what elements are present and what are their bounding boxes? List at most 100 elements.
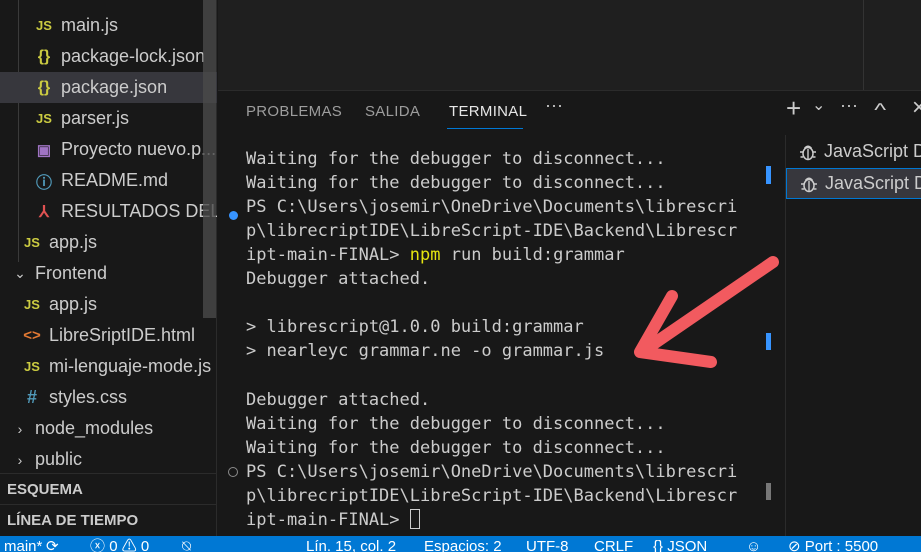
chevron-down-icon[interactable]: ⌄: [11, 265, 29, 282]
chevron-right-icon[interactable]: ›: [11, 452, 29, 468]
warning-count: 0: [140, 538, 150, 552]
bottom-panel: PROBLEMAS SALIDA TERMINAL ··· + ⌄ ··· ^ …: [218, 90, 921, 537]
js-file-icon: JS: [24, 359, 40, 374]
explorer-item[interactable]: JS parser.js: [0, 103, 217, 134]
explorer-item-label: app.js: [49, 294, 98, 314]
timeline-section-header[interactable]: LÍNEA DE TIEMPO: [0, 504, 217, 535]
copilot-icon[interactable]: ☺: [746, 538, 761, 552]
terminal-line: p\librecriptIDE\LibreScript-IDE\Backend\…: [246, 221, 738, 241]
js-file-icon: JS: [36, 18, 52, 33]
language-mode[interactable]: {} JSON: [653, 538, 707, 552]
explorer-item-label: LibreSriptIDE.html: [49, 325, 196, 345]
explorer-item[interactable]: ⌄ Frontend: [0, 258, 217, 289]
panel-tab-bar: PROBLEMAS SALIDA TERMINAL ··· + ⌄ ··· ^ …: [218, 91, 921, 135]
terminal-line: Waiting for the debugger to disconnect..…: [246, 173, 666, 193]
terminal-line: Waiting for the debugger to disconnect..…: [246, 149, 666, 169]
explorer-item-label: public: [35, 449, 83, 469]
explorer-item[interactable]: {} package-lock.json: [0, 41, 217, 72]
debug-bug-icon: [800, 145, 816, 160]
ports-icon[interactable]: ⍉: [182, 538, 191, 552]
explorer-item-label: styles.css: [49, 387, 128, 407]
sidebar-scrollbar[interactable]: [203, 0, 216, 318]
error-count: 0: [109, 538, 118, 552]
sync-icon[interactable]: ⟳: [46, 538, 59, 552]
chevron-right-icon[interactable]: ›: [11, 421, 29, 437]
panel-more-icon[interactable]: ···: [545, 95, 563, 116]
language-label: JSON: [667, 538, 708, 552]
command-pending-dot[interactable]: [228, 467, 238, 477]
indentation[interactable]: Espacios: 2: [424, 538, 502, 552]
json-file-icon: {}: [37, 78, 51, 96]
command-success-dot[interactable]: [229, 211, 238, 220]
explorer-item[interactable]: JS app.js: [0, 289, 217, 320]
terminal-line: Waiting for the debugger to disconnect..…: [246, 438, 666, 458]
live-server-port[interactable]: ⊘ Port : 5500: [788, 538, 878, 552]
explorer-item[interactable]: › node_modules: [0, 413, 217, 444]
image-file-icon: ▣: [36, 141, 52, 159]
terminal-line: p\librecriptIDE\LibreScript-IDE\Backend\…: [246, 486, 738, 506]
explorer-item[interactable]: JS app.js: [0, 227, 217, 258]
explorer-item[interactable]: # styles.css: [0, 382, 217, 413]
explorer-item-label: package.json: [61, 77, 168, 97]
terminal-line: Debugger attached.: [246, 390, 431, 410]
explorer-item[interactable]: › public: [0, 444, 217, 475]
terminal-prompt-line: ipt-main-FINAL>: [246, 508, 420, 532]
editor-divider: [863, 0, 864, 90]
end-of-line[interactable]: CRLF: [594, 538, 633, 552]
outline-section-header[interactable]: ESQUEMA: [0, 473, 217, 504]
js-file-icon: JS: [24, 235, 40, 250]
explorer-item-label: package-lock.json: [61, 46, 206, 66]
error-icon: ⓧ: [90, 538, 106, 552]
explorer-item[interactable]: ⅄ RESULTADOS DEL...: [0, 196, 217, 227]
terminal-list-item-selected[interactable]: JavaScript Debug: [786, 168, 921, 199]
active-tab-indicator: [447, 128, 523, 129]
explorer-item-label: parser.js: [61, 108, 130, 128]
problems-indicator[interactable]: ⓧ 0 ⚠ 0: [90, 538, 149, 552]
editor-area: [218, 0, 921, 90]
explorer-sidebar: JS main.js {} package-lock.json {} package.js…: [0, 0, 217, 536]
terminal-output[interactable]: Waiting for the debugger to disconnect..…: [218, 147, 778, 537]
prompt-text: ipt-main-FINAL>: [246, 510, 400, 530]
terminal-prompt-line: ipt-main-FINAL> npm run build:grammar: [246, 243, 625, 267]
explorer-item[interactable]: ⓘ README.md: [0, 165, 217, 196]
explorer-item[interactable]: JS main.js: [0, 10, 217, 41]
explorer-item-label: app.js: [49, 232, 98, 252]
terminal-line: PS C:\Users\josemir\OneDrive\Documents\l…: [246, 462, 738, 482]
explorer-item-label: Proyecto nuevo.p...: [61, 139, 217, 159]
encoding[interactable]: UTF-8: [526, 538, 569, 552]
tab-terminal[interactable]: TERMINAL: [449, 103, 527, 120]
explorer-item[interactable]: <> LibreSriptIDE.html: [0, 320, 217, 351]
maximize-panel-icon[interactable]: ^: [874, 100, 886, 121]
terminal-line: > nearleyc grammar.ne -o grammar.js: [246, 341, 605, 361]
timeline-section-label: LÍNEA DE TIEMPO: [7, 511, 139, 529]
explorer-item-selected[interactable]: {} package.json: [0, 72, 217, 103]
chevron-down-icon[interactable]: ⌄: [812, 95, 825, 115]
tab-output[interactable]: SALIDA: [365, 103, 420, 120]
git-branch[interactable]: main*: [4, 538, 42, 552]
braces-icon: {}: [653, 538, 664, 552]
npm-command: npm: [409, 245, 441, 265]
terminal-list-label: JavaScript Debug: [825, 173, 921, 193]
tab-problems[interactable]: PROBLEMAS: [246, 103, 342, 120]
cursor-position[interactable]: Lín. 15, col. 2: [306, 538, 396, 552]
add-terminal-icon[interactable]: +: [786, 93, 801, 124]
outline-section-label: ESQUEMA: [7, 480, 83, 498]
explorer-item-label: Frontend: [35, 263, 108, 283]
css-file-icon: #: [26, 387, 37, 407]
more-actions-icon[interactable]: ···: [840, 95, 858, 116]
terminal-list-item[interactable]: JavaScript Debug: [786, 136, 921, 167]
debug-bug-icon: [801, 177, 817, 192]
scrollbar-thumb[interactable]: [766, 483, 771, 500]
js-file-icon: JS: [36, 111, 52, 126]
explorer-item[interactable]: JS mi-lenguaje-mode.js: [0, 351, 217, 382]
explorer-item[interactable]: ▣ Proyecto nuevo.p...: [0, 134, 217, 165]
explorer-item-label: mi-lenguaje-mode.js: [49, 356, 212, 376]
terminal-list: JavaScript Debug JavaScript Debug: [785, 135, 921, 537]
pdf-file-icon: ⅄: [39, 203, 49, 221]
terminal-line: > librescript@1.0.0 build:grammar: [246, 317, 584, 337]
terminal-line: PS C:\Users\josemir\OneDrive\Documents\l…: [246, 197, 738, 217]
prompt-text: ipt-main-FINAL>: [246, 245, 400, 265]
close-panel-icon[interactable]: ×: [912, 94, 921, 122]
scrollbar-marker: [766, 333, 771, 350]
terminal-line: Waiting for the debugger to disconnect..…: [246, 414, 666, 434]
